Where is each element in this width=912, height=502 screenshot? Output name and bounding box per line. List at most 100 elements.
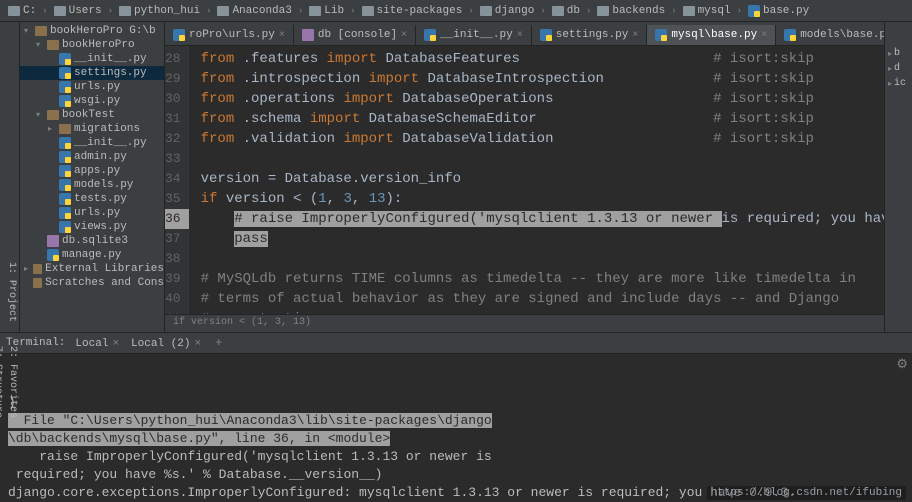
close-icon[interactable]: ×: [112, 338, 119, 350]
breadcrumb-item[interactable]: django: [476, 4, 539, 18]
py-icon: [59, 137, 71, 149]
dir-icon: [59, 124, 71, 134]
breadcrumb-item[interactable]: base.py: [744, 4, 813, 18]
py-icon: [59, 81, 71, 93]
tree-node[interactable]: tests.py: [20, 192, 164, 206]
tree-node[interactable]: Scratches and Cons: [20, 276, 164, 290]
py-icon: [59, 221, 71, 233]
tree-node[interactable]: admin.py: [20, 150, 164, 164]
terminal-body[interactable]: ⚙ ) File "C:\Users\python_hui\Anaconda3\…: [0, 354, 912, 480]
db-icon: [302, 29, 314, 41]
tree-node[interactable]: ▸External Libraries: [20, 262, 164, 276]
vertical-tab[interactable]: 7: Structure: [0, 340, 5, 424]
footer-url: https://blog.csdn.net/ifubing: [707, 486, 906, 500]
project-tree[interactable]: ▾bookHeroPro G:\b▾bookHeroPro__init__.py…: [20, 22, 165, 332]
py-icon: [655, 29, 667, 41]
breadcrumb-item[interactable]: Lib: [305, 4, 348, 18]
tree-node[interactable]: __init__.py: [20, 52, 164, 66]
code-content[interactable]: from .features import DatabaseFeatures #…: [189, 46, 884, 314]
breadcrumb-item[interactable]: db: [548, 4, 584, 18]
editor-tab[interactable]: settings.py×: [532, 25, 648, 45]
editor-tab[interactable]: models\base.py×: [776, 25, 884, 45]
editor-tab[interactable]: __init__.py×: [416, 25, 532, 45]
tree-node[interactable]: apps.py: [20, 164, 164, 178]
py-icon: [59, 95, 71, 107]
py-icon: [59, 207, 71, 219]
rail-item[interactable]: ▸b: [885, 46, 912, 61]
tree-node[interactable]: views.py: [20, 220, 164, 234]
rail-item[interactable]: ▸d: [885, 61, 912, 76]
tree-node[interactable]: ▾bookTest: [20, 108, 164, 122]
breadcrumb-item[interactable]: backends: [593, 4, 669, 18]
terminal-tab[interactable]: Local×: [69, 336, 125, 352]
breadcrumb-item[interactable]: site-packages: [358, 4, 467, 18]
tree-node[interactable]: ▸migrations: [20, 122, 164, 136]
vertical-tab[interactable]: 2: Favorites: [5, 340, 20, 424]
folder-icon: [480, 6, 492, 16]
breadcrumb-bar: C:›Users›python_hui›Anaconda3›Lib›site-p…: [0, 0, 912, 22]
py-icon: [59, 67, 71, 79]
breadcrumb-item[interactable]: Users: [50, 4, 106, 18]
folder-icon: [597, 6, 609, 16]
line-gutter: 2829303132333435363738394041: [165, 46, 189, 314]
terminal-header: Terminal: Local×Local (2)× +: [0, 332, 912, 354]
py-icon: [748, 5, 760, 17]
close-icon[interactable]: ×: [761, 30, 767, 41]
py-icon: [173, 29, 185, 41]
terminal-add-tab[interactable]: +: [215, 336, 222, 350]
terminal-tab[interactable]: Local (2)×: [125, 336, 207, 352]
code-editor[interactable]: 2829303132333435363738394041 from .featu…: [165, 46, 884, 314]
tree-node[interactable]: __init__.py: [20, 136, 164, 150]
tree-node[interactable]: settings.py: [20, 66, 164, 80]
py-icon: [59, 193, 71, 205]
close-icon[interactable]: ×: [632, 30, 638, 41]
dir-icon: [33, 264, 42, 274]
py-icon: [784, 29, 796, 41]
folder-icon: [683, 6, 695, 16]
close-icon[interactable]: ×: [401, 30, 407, 41]
tree-node[interactable]: ▾bookHeroPro: [20, 38, 164, 52]
rail-item[interactable]: ▸ic: [885, 76, 912, 91]
close-icon[interactable]: ×: [279, 30, 285, 41]
close-icon[interactable]: ×: [194, 338, 201, 350]
folder-icon: [362, 6, 374, 16]
tree-node[interactable]: wsgi.py: [20, 94, 164, 108]
tree-node[interactable]: ▾bookHeroPro G:\b: [20, 24, 164, 38]
folder-icon: [309, 6, 321, 16]
tree-node[interactable]: models.py: [20, 178, 164, 192]
terminal-settings-icon[interactable]: ⚙: [896, 356, 908, 374]
breadcrumb-item[interactable]: C:: [4, 4, 40, 18]
py-icon: [59, 151, 71, 163]
folder-icon: [217, 6, 229, 16]
py-icon: [540, 29, 552, 41]
breadcrumb-item[interactable]: python_hui: [115, 4, 204, 18]
tree-node[interactable]: manage.py: [20, 248, 164, 262]
folder-icon: [119, 6, 131, 16]
dir-icon: [47, 110, 59, 120]
tree-node[interactable]: db.sqlite3: [20, 234, 164, 248]
folder-icon: [552, 6, 564, 16]
editor-tab-bar: roPro\urls.py×db [console]×__init__.py×s…: [165, 22, 884, 46]
close-icon[interactable]: ×: [517, 30, 523, 41]
dir-icon: [33, 278, 42, 288]
left-tool-gutter: 1: Project: [0, 22, 20, 332]
project-tool-btn[interactable]: 1: Project: [0, 258, 19, 326]
folder-icon: [54, 6, 66, 16]
right-rail: ▸b▸d▸ic: [884, 22, 912, 332]
py-icon: [47, 249, 59, 261]
py-icon: [59, 53, 71, 65]
editor-tab[interactable]: mysql\base.py×: [647, 25, 776, 45]
breadcrumb-item[interactable]: Anaconda3: [213, 4, 295, 18]
breadcrumb-item[interactable]: mysql: [679, 4, 735, 18]
editor-tab[interactable]: db [console]×: [294, 25, 416, 45]
tree-node[interactable]: urls.py: [20, 206, 164, 220]
py-icon: [59, 165, 71, 177]
tree-node[interactable]: urls.py: [20, 80, 164, 94]
code-crumb[interactable]: if version < (1, 3, 13): [165, 314, 884, 332]
dir-icon: [47, 40, 59, 50]
py-icon: [424, 29, 436, 41]
db-icon: [47, 235, 59, 247]
folder-icon: [8, 6, 20, 16]
dir-icon: [35, 26, 47, 36]
editor-tab[interactable]: roPro\urls.py×: [165, 25, 294, 45]
